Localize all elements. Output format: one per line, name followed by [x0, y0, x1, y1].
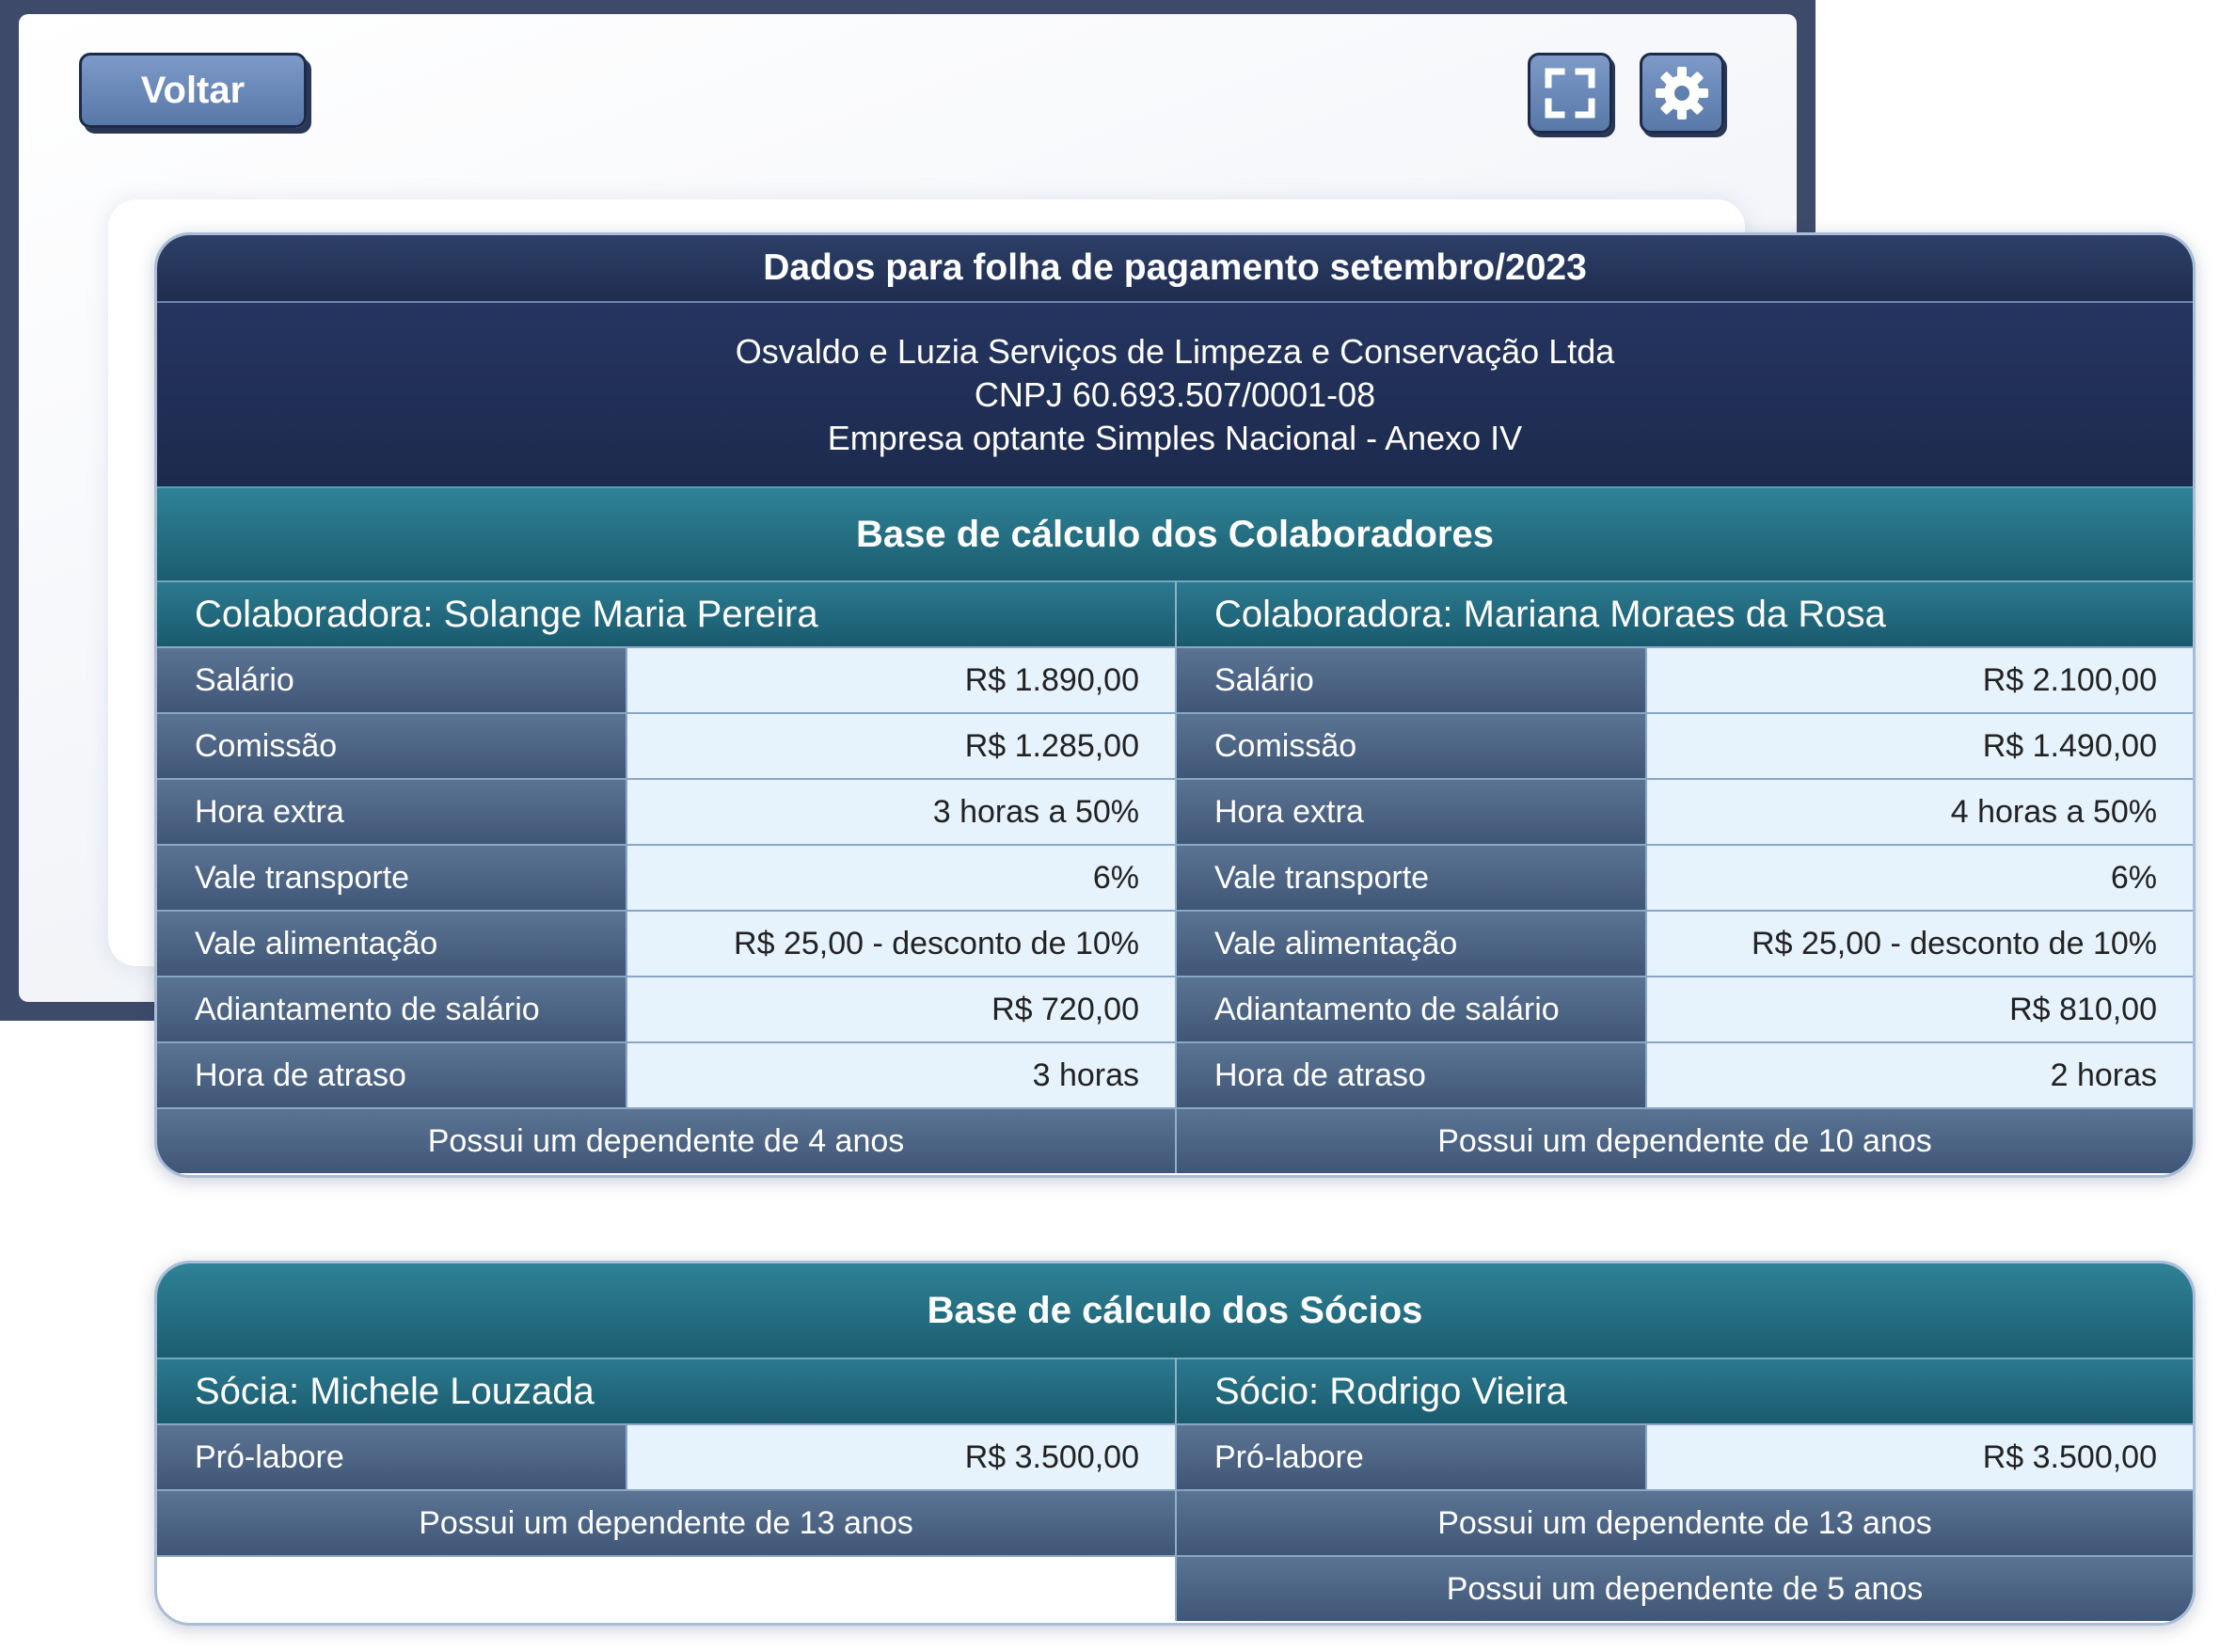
partner-heading: Sócia: Michele Louzada	[157, 1358, 1175, 1423]
employee-column: Colaboradora: Mariana Moraes da Rosa Sal…	[1175, 580, 2193, 1173]
row-label: Pró-labore	[1177, 1425, 1647, 1489]
partner-column: Sócia: Michele Louzada Pró-labore R$ 3.50…	[157, 1358, 1175, 1621]
row-label: Hora de atraso	[1177, 1043, 1647, 1107]
empty-row	[157, 1555, 1175, 1621]
row-label: Pró-labore	[157, 1425, 627, 1489]
fullscreen-icon	[1545, 68, 1595, 119]
company-cnpj: CNPJ 60.693.507/0001-08	[974, 374, 1376, 414]
row-value: R$ 3.500,00	[627, 1425, 1175, 1489]
row-label: Salário	[1177, 648, 1647, 712]
row-label: Vale transporte	[1177, 846, 1647, 910]
table-row: Adiantamento de salário R$ 720,00	[157, 976, 1175, 1041]
table-row: Pró-labore R$ 3.500,00	[157, 1423, 1175, 1489]
table-row: Comissão R$ 1.285,00	[157, 712, 1175, 778]
row-label: Comissão	[157, 714, 627, 778]
table-row: Vale alimentação R$ 25,00 - desconto de 1…	[157, 910, 1175, 976]
employee-heading: Colaboradora: Solange Maria Pereira	[157, 580, 1175, 646]
row-label: Vale alimentação	[1177, 912, 1647, 976]
row-value: 6%	[1647, 846, 2193, 910]
table-row: Pró-labore R$ 3.500,00	[1177, 1423, 2193, 1489]
payroll-panel: Dados para folha de pagamento setembro/2…	[154, 232, 2196, 1178]
table-row: Vale transporte 6%	[1177, 844, 2193, 910]
row-label: Hora extra	[157, 780, 627, 844]
row-value: R$ 25,00 - desconto de 10%	[627, 912, 1175, 976]
row-value: R$ 1.285,00	[627, 714, 1175, 778]
table-row: Hora de atraso 2 horas	[1177, 1041, 2193, 1107]
row-value: R$ 720,00	[627, 977, 1175, 1041]
company-info: Osvaldo e Luzia Serviços de Limpeza e Co…	[157, 301, 2193, 486]
colaboradores-columns: Colaboradora: Solange Maria Pereira Salá…	[157, 580, 2193, 1173]
row-value: 3 horas	[627, 1043, 1175, 1107]
back-button[interactable]: Voltar	[79, 53, 307, 128]
dependent-row: Possui um dependente de 10 anos	[1177, 1107, 2193, 1173]
row-label: Comissão	[1177, 714, 1647, 778]
page-title: Dados para folha de pagamento setembro/2…	[157, 235, 2193, 301]
table-row: Hora extra 3 horas a 50%	[157, 778, 1175, 844]
table-row: Salário R$ 2.100,00	[1177, 646, 2193, 712]
employee-heading: Colaboradora: Mariana Moraes da Rosa	[1177, 580, 2193, 646]
row-value: R$ 810,00	[1647, 977, 2193, 1041]
partner-column: Sócio: Rodrigo Vieira Pró-labore R$ 3.500…	[1175, 1358, 2193, 1621]
fullscreen-button[interactable]	[1528, 53, 1612, 134]
row-value: R$ 25,00 - desconto de 10%	[1647, 912, 2193, 976]
table-row: Hora de atraso 3 horas	[157, 1041, 1175, 1107]
table-row: Vale transporte 6%	[157, 844, 1175, 910]
row-label: Hora extra	[1177, 780, 1647, 844]
dependent-row: Possui um dependente de 4 anos	[157, 1107, 1175, 1173]
row-value: 6%	[627, 846, 1175, 910]
row-label: Salário	[157, 648, 627, 712]
dependent-row: Possui um dependente de 5 anos	[1177, 1555, 2193, 1621]
row-label: Adiantamento de salário	[157, 977, 627, 1041]
table-row: Salário R$ 1.890,00	[157, 646, 1175, 712]
table-row: Hora extra 4 horas a 50%	[1177, 778, 2193, 844]
row-value: R$ 2.100,00	[1647, 648, 2193, 712]
row-label: Vale transporte	[157, 846, 627, 910]
gear-icon	[1656, 67, 1708, 119]
dependent-row: Possui um dependente de 13 anos	[1177, 1489, 2193, 1555]
table-row: Comissão R$ 1.490,00	[1177, 712, 2193, 778]
company-regime: Empresa optante Simples Nacional - Anexo…	[827, 418, 1523, 457]
employee-column: Colaboradora: Solange Maria Pereira Salá…	[157, 580, 1175, 1173]
row-value: R$ 1.890,00	[627, 648, 1175, 712]
socios-columns: Sócia: Michele Louzada Pró-labore R$ 3.50…	[157, 1358, 2193, 1621]
row-value: R$ 3.500,00	[1647, 1425, 2193, 1489]
row-label: Adiantamento de salário	[1177, 977, 1647, 1041]
partner-heading: Sócio: Rodrigo Vieira	[1177, 1358, 2193, 1423]
dependent-row: Possui um dependente de 13 anos	[157, 1489, 1175, 1555]
row-value: 4 horas a 50%	[1647, 780, 2193, 844]
section-title-socios: Base de cálculo dos Sócios	[157, 1263, 2193, 1358]
company-name: Osvaldo e Luzia Serviços de Limpeza e Co…	[735, 331, 1615, 371]
row-value: 3 horas a 50%	[627, 780, 1175, 844]
row-value: 2 horas	[1647, 1043, 2193, 1107]
section-title-colaboradores: Base de cálculo dos Colaboradores	[157, 486, 2193, 580]
table-row: Adiantamento de salário R$ 810,00	[1177, 976, 2193, 1041]
settings-button[interactable]	[1640, 53, 1724, 134]
back-button-label: Voltar	[140, 69, 246, 111]
row-value: R$ 1.490,00	[1647, 714, 2193, 778]
row-label: Vale alimentação	[157, 912, 627, 976]
row-label: Hora de atraso	[157, 1043, 627, 1107]
partners-panel: Base de cálculo dos Sócios Sócia: Michel…	[154, 1261, 2196, 1626]
table-row: Vale alimentação R$ 25,00 - desconto de 1…	[1177, 910, 2193, 976]
